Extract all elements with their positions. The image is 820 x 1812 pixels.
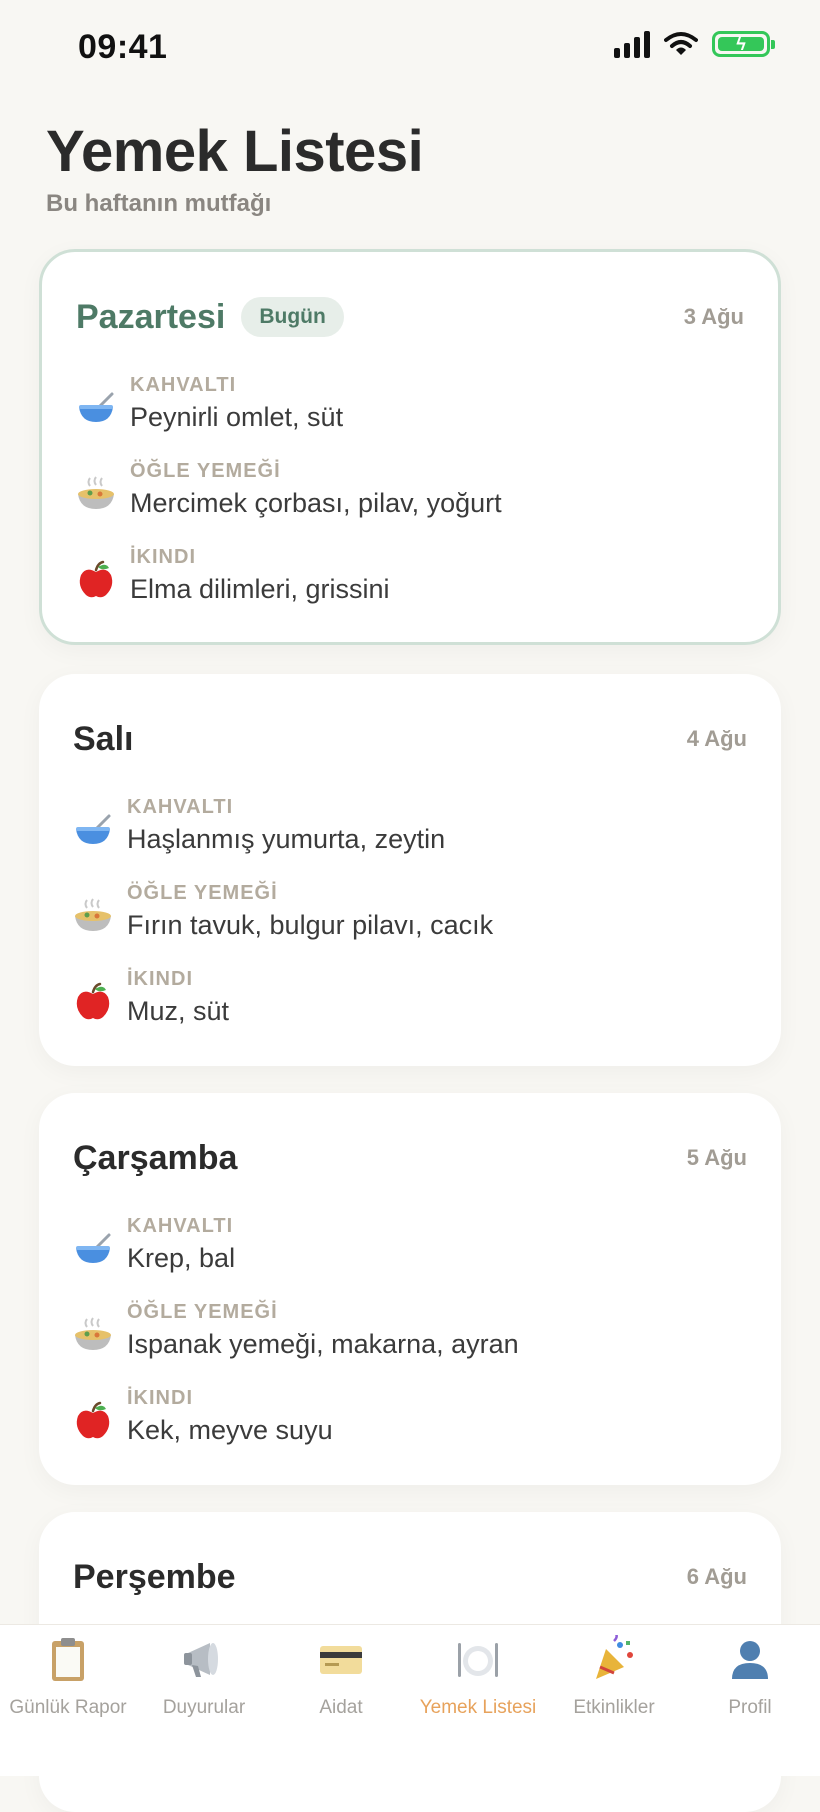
bowl-icon	[76, 814, 111, 844]
meal-lunch: ÖĞLE YEMEĞİ Ispanak yemeği, makarna, ayr…	[73, 1301, 747, 1381]
meal-description: Elma dilimleri, grissini	[130, 574, 390, 604]
tab-label: Profil	[728, 1697, 772, 1718]
status-time: 09:41	[78, 28, 168, 66]
meal-description: Muz, süt	[127, 996, 230, 1026]
clipboard-icon	[52, 1638, 84, 1681]
tab-label: Etkinlikler	[573, 1697, 655, 1718]
meal-lunch: ÖĞLE YEMEĞİ Mercimek çorbası, pilav, yoğ…	[76, 460, 744, 540]
apple-icon	[76, 1401, 110, 1439]
cellular-signal-icon	[614, 30, 650, 58]
tab-bar: Günlük Rapor Duyurular Aidat Yemek Liste…	[0, 1624, 820, 1776]
meal-snack: İKINDI Elma dilimleri, grissini	[76, 546, 744, 626]
meal-label: İKINDI	[127, 1387, 193, 1409]
meal-description: Haşlanmış yumurta, zeytin	[127, 824, 446, 854]
wifi-icon	[664, 32, 698, 55]
page-title: Yemek Listesi	[46, 119, 424, 184]
meal-label: ÖĞLE YEMEĞİ	[127, 882, 278, 904]
tab-label: Duyurular	[162, 1697, 246, 1718]
megaphone-icon	[184, 1643, 218, 1677]
meal-label: İKINDI	[130, 546, 196, 568]
stew-icon	[75, 898, 111, 931]
day-name: Pazartesi	[76, 297, 226, 336]
tab-daily-report[interactable]: Günlük Rapor	[0, 1635, 136, 1735]
day-name: Salı	[73, 719, 134, 758]
meal-description: Peynirli omlet, süt	[130, 402, 344, 432]
day-date: 6 Ağu	[686, 1564, 747, 1589]
meal-description: Ispanak yemeği, makarna, ayran	[127, 1329, 519, 1359]
tab-label: Aidat	[319, 1697, 363, 1718]
status-icons: ϟ	[614, 30, 775, 58]
meal-description: Krep, bal	[127, 1243, 236, 1273]
meal-label: KAHVALTI	[130, 374, 237, 396]
meal-snack: İKINDI Muz, süt	[73, 968, 747, 1048]
meal-lunch: ÖĞLE YEMEĞİ Fırın tavuk, bulgur pilavı, …	[73, 882, 747, 962]
tab-announcements[interactable]: Duyurular	[136, 1635, 272, 1735]
meal-description: Mercimek çorbası, pilav, yoğurt	[130, 488, 502, 518]
day-date: 4 Ağu	[686, 726, 747, 751]
meal-label: KAHVALTI	[127, 796, 234, 818]
stew-icon	[75, 1317, 111, 1350]
bowl-icon	[79, 392, 114, 422]
day-date: 5 Ağu	[686, 1145, 747, 1170]
status-bar: 09:41 ϟ	[0, 0, 820, 96]
day-card-wednesday: Çarşamba 5 Ağu KAHVALTI Krep, bal ÖĞLE Y…	[39, 1093, 781, 1485]
apple-icon	[79, 560, 113, 598]
today-badge: Bugün	[241, 297, 344, 337]
meal-breakfast: KAHVALTI Haşlanmış yumurta, zeytin	[73, 796, 747, 876]
meal-breakfast: KAHVALTI Peynirli omlet, süt	[76, 374, 744, 454]
meal-label: KAHVALTI	[127, 1215, 234, 1237]
meal-label: İKINDI	[127, 968, 193, 990]
person-icon	[732, 1641, 768, 1679]
day-card-monday: Pazartesi Bugün 3 Ağu KAHVALTI Peynirli …	[39, 249, 781, 645]
meal-description: Kek, meyve suyu	[127, 1415, 333, 1445]
party-popper-icon	[596, 1635, 633, 1679]
meal-snack: İKINDI Kek, meyve suyu	[73, 1387, 747, 1467]
credit-card-icon	[320, 1646, 362, 1674]
tab-profile[interactable]: Profil	[682, 1635, 818, 1735]
tab-events[interactable]: Etkinlikler	[546, 1635, 682, 1735]
apple-icon	[76, 982, 110, 1020]
meal-description: Fırın tavuk, bulgur pilavı, cacık	[127, 910, 494, 940]
tab-menu[interactable]: Yemek Listesi	[410, 1635, 546, 1735]
day-date: 3 Ağu	[683, 304, 744, 329]
tab-fees[interactable]: Aidat	[273, 1635, 409, 1735]
tab-label: Yemek Listesi	[419, 1697, 537, 1718]
day-name: Perşembe	[73, 1557, 236, 1596]
day-name: Çarşamba	[73, 1138, 238, 1177]
stew-icon	[78, 476, 114, 509]
battery-icon: ϟ	[712, 31, 775, 57]
day-card-tuesday: Salı 4 Ağu KAHVALTI Haşlanmış yumurta, z…	[39, 674, 781, 1066]
meal-label: ÖĞLE YEMEĞİ	[127, 1301, 278, 1323]
bowl-icon	[76, 1233, 111, 1263]
meal-label: ÖĞLE YEMEĞİ	[130, 460, 281, 482]
page-subtitle: Bu haftanın mutfağı	[46, 190, 272, 217]
meal-breakfast: KAHVALTI Krep, bal	[73, 1215, 747, 1295]
plate-icon	[458, 1643, 498, 1677]
tab-label: Günlük Rapor	[9, 1697, 127, 1718]
